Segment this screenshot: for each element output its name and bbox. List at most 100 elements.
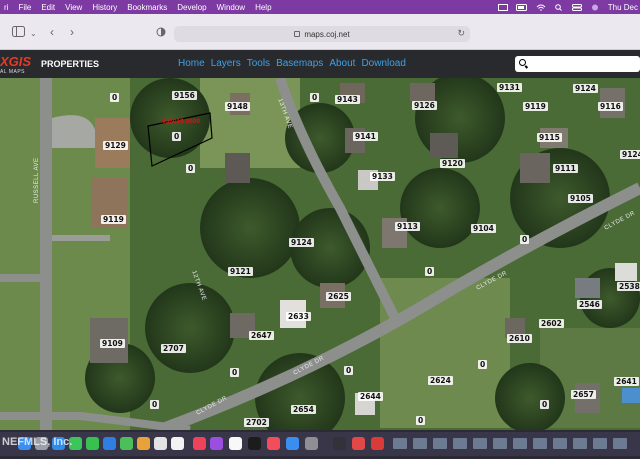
parcel-label[interactable]: 2654: [291, 405, 316, 414]
minimized-window[interactable]: [593, 438, 607, 449]
parcel-label[interactable]: 0: [310, 93, 320, 102]
parcel-label[interactable]: 9104: [471, 224, 496, 233]
nav-basemaps[interactable]: Basemaps: [276, 58, 323, 69]
chevron-down-icon[interactable]: ⌄: [30, 28, 37, 40]
parcel-label[interactable]: 9131: [497, 83, 522, 92]
parcel-label[interactable]: 0: [186, 164, 196, 173]
wifi-icon[interactable]: [536, 4, 546, 11]
parcel-label[interactable]: 9133: [370, 172, 395, 181]
menubar-clock[interactable]: Thu Dec: [608, 3, 638, 12]
control-center-icon[interactable]: [571, 3, 582, 11]
parcel-label[interactable]: 2546: [577, 300, 602, 309]
parcel-label[interactable]: 2602: [539, 319, 564, 328]
parcel-label[interactable]: 0: [540, 400, 550, 409]
menu-history[interactable]: History: [92, 3, 117, 12]
system-preferences-icon[interactable]: [305, 437, 318, 450]
parcel-label[interactable]: 0: [110, 93, 120, 102]
reload-icon[interactable]: ↻: [457, 28, 465, 39]
tv-icon[interactable]: [248, 437, 261, 450]
minimized-window[interactable]: [453, 438, 467, 449]
nav-download[interactable]: Download: [361, 58, 405, 69]
parcel-label[interactable]: 2647: [249, 331, 274, 340]
minimized-window[interactable]: [513, 438, 527, 449]
parcel-label[interactable]: 2624: [428, 376, 453, 385]
parcel-label[interactable]: 0: [230, 368, 240, 377]
mail-icon[interactable]: [103, 437, 116, 450]
parcel-label[interactable]: 9156: [172, 91, 197, 100]
forward-button[interactable]: ›: [70, 26, 74, 38]
minimized-window[interactable]: [553, 438, 567, 449]
minimized-window[interactable]: [533, 438, 547, 449]
menu-help[interactable]: Help: [255, 3, 271, 12]
parcel-label[interactable]: 0: [416, 416, 426, 425]
parcel-label[interactable]: 0: [478, 360, 488, 369]
parcel-label[interactable]: 9111: [553, 164, 578, 173]
parcel-label[interactable]: 9124: [620, 150, 640, 159]
facetime-icon[interactable]: [86, 437, 99, 450]
parcel-label[interactable]: 9126: [412, 101, 437, 110]
parcel-label[interactable]: 2625: [326, 292, 351, 301]
music-icon[interactable]: [193, 437, 206, 450]
address-bar[interactable]: maps.coj.net ↻: [174, 26, 470, 42]
contacts-icon[interactable]: [154, 437, 167, 450]
parcel-label[interactable]: 9121: [228, 267, 253, 276]
menu-view[interactable]: View: [65, 3, 82, 12]
parcel-label[interactable]: 9148: [225, 102, 250, 111]
minimized-window[interactable]: [573, 438, 587, 449]
aerial-map[interactable]: RUSSELL AVE 13TH AVE 12TH AVE CLYDE DR C…: [0, 78, 640, 430]
apple-menu[interactable]: ri: [4, 3, 8, 12]
minimized-window[interactable]: [613, 438, 627, 449]
parcel-label[interactable]: 2644: [358, 392, 383, 401]
siri-icon[interactable]: [590, 4, 600, 11]
parcel-label[interactable]: 9141: [353, 132, 378, 141]
minimized-window[interactable]: [473, 438, 487, 449]
parcel-label[interactable]: 0: [344, 366, 354, 375]
menu-file[interactable]: File: [18, 3, 31, 12]
parcel-label[interactable]: 9113: [395, 222, 420, 231]
parcel-label[interactable]: 2641: [614, 377, 639, 386]
app-icon[interactable]: [352, 437, 365, 450]
back-button[interactable]: ‹: [50, 26, 54, 38]
screen-mirror-icon[interactable]: [497, 3, 508, 11]
menu-window[interactable]: Window: [217, 3, 245, 12]
parcel-label[interactable]: 0: [425, 267, 435, 276]
nav-home[interactable]: Home: [178, 58, 205, 69]
parcel-label[interactable]: 9124: [289, 238, 314, 247]
sidebar-toggle-icon[interactable]: [12, 26, 25, 39]
parcel-label[interactable]: 9115: [537, 133, 562, 142]
minimized-window[interactable]: [493, 438, 507, 449]
battery-icon[interactable]: [515, 3, 528, 11]
parcel-label[interactable]: 0: [150, 400, 160, 409]
reminders-icon[interactable]: [171, 437, 184, 450]
parcel-label[interactable]: 0: [172, 132, 182, 141]
parcel-label[interactable]: 2538: [617, 282, 640, 291]
parcel-label[interactable]: 2702: [244, 418, 269, 427]
search-icon[interactable]: [554, 3, 564, 11]
app-icon[interactable]: [371, 437, 384, 450]
app-store-icon[interactable]: [286, 437, 299, 450]
parcel-label[interactable]: 9119: [101, 215, 126, 224]
minimized-window[interactable]: [433, 438, 447, 449]
parcel-label[interactable]: 9124: [573, 84, 598, 93]
maps-icon[interactable]: [120, 437, 133, 450]
parcel-label[interactable]: 9119: [523, 102, 548, 111]
nav-about[interactable]: About: [329, 58, 355, 69]
parcel-label[interactable]: 9116: [598, 102, 623, 111]
search-input[interactable]: [515, 56, 640, 72]
parcel-label[interactable]: 2657: [571, 390, 596, 399]
calendar-icon[interactable]: [229, 437, 242, 450]
nav-tools[interactable]: Tools: [247, 58, 270, 69]
menu-develop[interactable]: Develop: [177, 3, 206, 12]
photos-icon[interactable]: [137, 437, 150, 450]
menu-edit[interactable]: Edit: [41, 3, 55, 12]
app-icon[interactable]: [333, 437, 346, 450]
news-icon[interactable]: [267, 437, 280, 450]
parcel-label[interactable]: 9129: [103, 141, 128, 150]
parcel-label[interactable]: 9120: [440, 159, 465, 168]
parcel-label[interactable]: 9143: [335, 95, 360, 104]
parcel-label[interactable]: 0: [520, 235, 530, 244]
podcasts-icon[interactable]: [210, 437, 223, 450]
parcel-label[interactable]: 9105: [568, 194, 593, 203]
minimized-window[interactable]: [413, 438, 427, 449]
minimized-window[interactable]: [393, 438, 407, 449]
